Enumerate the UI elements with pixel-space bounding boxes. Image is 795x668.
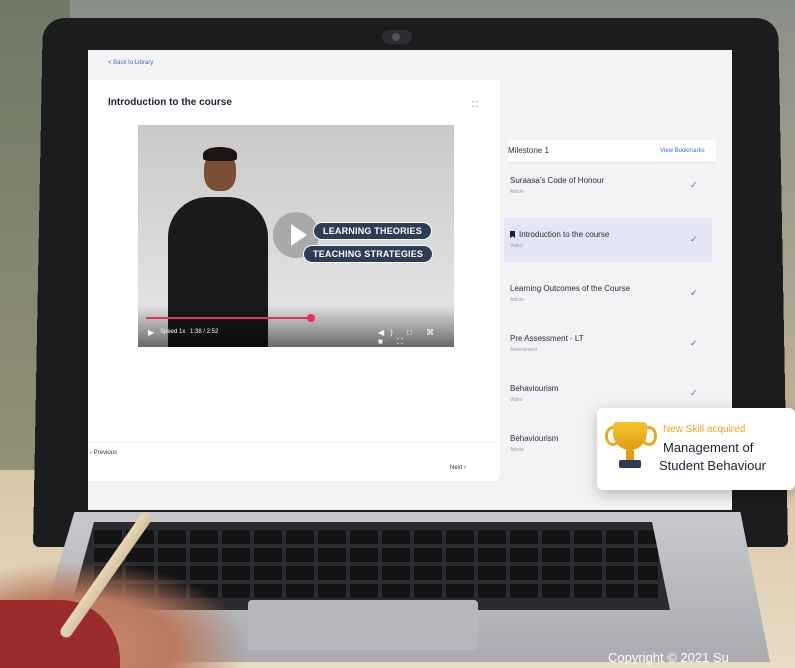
check-icon: ✓	[690, 234, 698, 244]
check-icon: ✓	[690, 338, 698, 348]
sidebar-item-active[interactable]: Introduction to the course Video ✓	[504, 218, 712, 262]
copyright-text: Copyright © 2021 Su	[608, 650, 729, 665]
sidebar-item-type: Article	[510, 447, 524, 453]
skill-label: New Skill acquired	[663, 424, 746, 435]
trackpad	[248, 600, 478, 650]
skill-name-line1: Management of	[663, 440, 754, 455]
sidebar-item[interactable]: Learning Outcomes of the Course Article …	[504, 272, 712, 316]
sidebar-item-type: Article	[510, 297, 524, 303]
progress-fill	[146, 317, 311, 319]
control-icons[interactable]: ◀) □ ⌘ ■ ⛶	[378, 328, 454, 347]
sidebar-item-title: Learning Outcomes of the Course	[510, 284, 631, 293]
overlay-title-2: TEACHING STRATEGIES	[303, 245, 434, 263]
trophy-stem	[626, 450, 634, 460]
webcam	[382, 30, 412, 44]
overlay-title-1: LEARNING THEORIES	[313, 222, 432, 240]
sidebar-item-title: Behaviourism	[510, 434, 559, 443]
skill-name-line2: Student Behaviour	[659, 458, 766, 473]
sidebar-item[interactable]: Pre Assessment - LT Assessment ✓	[504, 322, 712, 366]
sidebar-item-type: Assessment	[510, 347, 538, 353]
video-player[interactable]: LEARNING THEORIES TEACHING STRATEGIES ▶ …	[138, 125, 454, 347]
check-icon: ✓	[690, 388, 698, 398]
play-icon	[291, 224, 307, 246]
lesson-footer	[88, 442, 498, 481]
trophy-base	[619, 460, 641, 468]
speed-control[interactable]: Speed 1x	[160, 329, 185, 335]
sidebar-item[interactable]: Suraasa's Code of Honour Article ✓	[504, 164, 712, 208]
progress-knob[interactable]	[307, 314, 315, 322]
previous-button[interactable]: ‹ Previous	[90, 450, 117, 456]
lesson-title: Introduction to the course	[108, 97, 232, 108]
sidebar-item-title: Behaviourism	[510, 384, 559, 393]
bookmark-icon	[510, 231, 515, 238]
skill-acquired-card: New Skill acquired Management of Student…	[597, 408, 795, 490]
sidebar-item-type: Video	[510, 243, 523, 249]
sidebar-item-type: Video	[510, 397, 523, 403]
check-icon: ✓	[690, 288, 698, 298]
time-display: 1:38 / 2:52	[190, 329, 219, 335]
sidebar-item-title: Suraasa's Code of Honour	[510, 176, 605, 185]
view-bookmarks-link[interactable]: View Bookmarks	[660, 148, 705, 154]
presenter-hair	[203, 147, 237, 161]
sidebar-item-title: Introduction to the course	[519, 230, 610, 239]
milestone-title: Milestone 1	[508, 146, 549, 155]
expand-icon[interactable]: ⛶	[472, 100, 478, 110]
trophy-icon	[613, 422, 647, 450]
next-button[interactable]: Next ›	[450, 465, 466, 471]
sidebar-item-type: Article	[510, 189, 524, 195]
back-to-library-link[interactable]: < Back to Library	[108, 60, 153, 66]
play-pause-icon[interactable]: ▶	[148, 328, 154, 337]
check-icon: ✓	[690, 180, 698, 190]
sidebar-item-title: Pre Assessment - LT	[510, 334, 584, 343]
